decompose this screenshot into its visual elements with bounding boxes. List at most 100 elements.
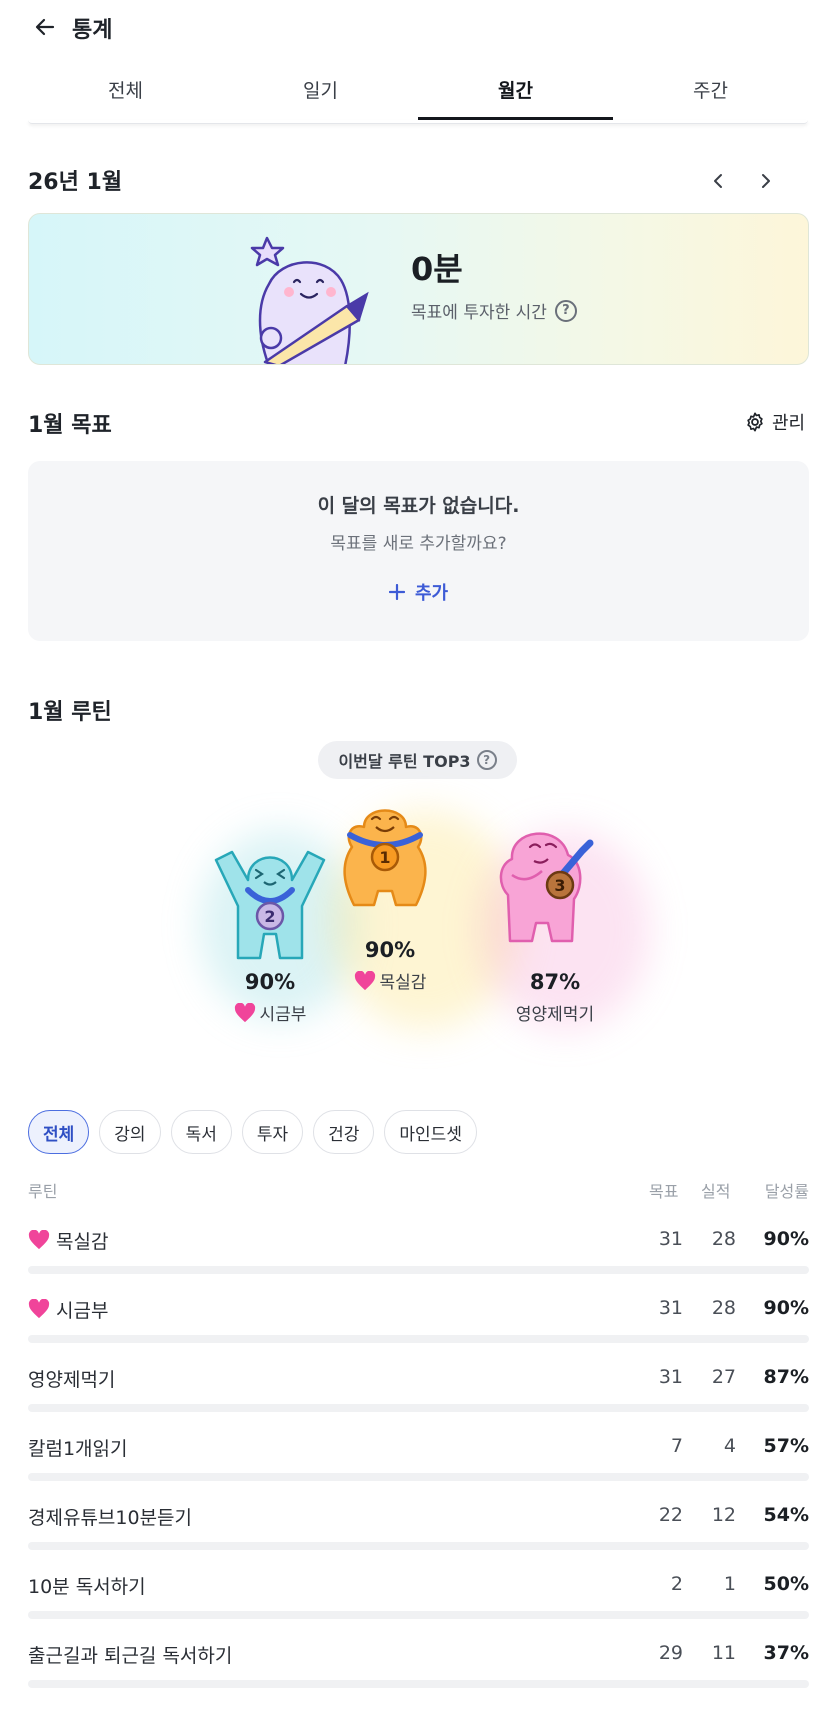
progress-track: [28, 1611, 809, 1619]
add-goal-label: 추가: [414, 583, 449, 604]
routine-name: 시금부: [56, 1299, 109, 1322]
routine-name-cell: 출근길과 퇴근길 독서하기: [28, 1640, 232, 1668]
invested-time-value: 0분: [411, 250, 463, 288]
header-routine: 루틴: [28, 1182, 58, 1201]
rank1-info: 90% 목실감: [330, 938, 450, 993]
chevron-left-icon: [714, 174, 722, 188]
routine-name: 경제유튜브10분듣기: [28, 1506, 193, 1529]
routine-table-header: 루틴 목표 실적 달성률: [28, 1178, 809, 1202]
svg-text:2: 2: [264, 907, 275, 926]
tab-divider: [28, 120, 808, 124]
tab-weekly[interactable]: 주간: [613, 66, 808, 120]
rank2-percent: 90%: [244, 970, 296, 994]
achievement-rate: 54%: [763, 1504, 809, 1526]
page-title: 통계: [72, 18, 113, 43]
rank2-name-row: 시금부: [200, 1000, 340, 1025]
actual-count: 28: [711, 1297, 736, 1319]
achievement-rate: 37%: [763, 1642, 809, 1664]
manage-goals-button[interactable]: 관리: [744, 409, 805, 435]
goal-count: 2: [670, 1573, 683, 1595]
header-goal: 목표: [649, 1182, 679, 1201]
statistics-page: 통계 전체 일기 월간 주간 26년 1월 0분 목표에 투자한 시간 ? 1월…: [0, 0, 827, 1713]
achievement-rate: 90%: [763, 1228, 809, 1250]
routine-name: 10분 독서하기: [28, 1575, 146, 1598]
routine-name-cell: 영양제먹기: [28, 1364, 115, 1392]
tab-all[interactable]: 전체: [28, 66, 223, 120]
rank1-name: 목실감: [379, 973, 427, 993]
table-row[interactable]: 목실감 31 28 90%: [28, 1226, 809, 1288]
routine-name: 출근길과 퇴근길 독서하기: [28, 1644, 233, 1667]
filter-investment[interactable]: 투자: [241, 1110, 304, 1154]
question-circle-icon[interactable]: ?: [476, 750, 497, 770]
filter-lecture[interactable]: 강의: [99, 1110, 161, 1154]
goal-empty-title: 이 달의 목표가 없습니다.: [317, 495, 520, 517]
add-goal-button[interactable]: 추가: [28, 579, 809, 605]
heart-icon: [28, 1299, 50, 1319]
invested-time-label: 목표에 투자한 시간: [411, 303, 547, 323]
rank3-percent: 87%: [529, 970, 581, 994]
rank2-name: 시금부: [259, 1005, 307, 1025]
gear-icon: [747, 412, 763, 432]
month-title: 26년 1월: [28, 170, 123, 195]
goal-count: 31: [658, 1366, 683, 1388]
table-row[interactable]: 10분 독서하기 2 1 50%: [28, 1571, 809, 1633]
manage-label: 관리: [772, 413, 806, 434]
top3-podium: 2 1 3 90% 시금부 90% 목실감 87% 영양제먹기: [180, 790, 660, 1050]
rank3-info: 87% 영양제먹기: [480, 970, 630, 1025]
chevron-right-icon: [762, 174, 770, 188]
routine-name: 칼럼1개읽기: [28, 1437, 128, 1460]
actual-count: 12: [711, 1504, 736, 1526]
routine-name-cell: 목실감: [28, 1226, 108, 1254]
next-month-button[interactable]: [750, 166, 780, 196]
header-actual: 실적: [701, 1182, 731, 1201]
routine-name-cell: 경제유튜브10분듣기: [28, 1502, 192, 1530]
app-header: 통계: [0, 0, 827, 52]
actual-count: 4: [723, 1435, 736, 1457]
achievement-rate: 50%: [763, 1573, 809, 1595]
goal-count: 31: [658, 1297, 683, 1319]
table-row[interactable]: 영양제먹기 31 27 87%: [28, 1364, 809, 1426]
heart-icon: [28, 1230, 50, 1250]
achievement-rate: 87%: [763, 1366, 809, 1388]
routine-name-cell: 10분 독서하기: [28, 1571, 146, 1599]
rank3-character: 3: [499, 832, 594, 943]
invested-time-card: 0분 목표에 투자한 시간 ?: [28, 213, 809, 365]
mascot-illustration: [250, 236, 369, 364]
routine-name-cell: 칼럼1개읽기: [28, 1433, 128, 1461]
table-row[interactable]: 시금부 31 28 90%: [28, 1295, 809, 1357]
actual-count: 28: [711, 1228, 736, 1250]
actual-count: 27: [711, 1366, 736, 1388]
progress-track: [28, 1266, 809, 1274]
svg-text:1: 1: [379, 848, 390, 867]
rank3-name-row: 영양제먹기: [480, 1000, 630, 1025]
filter-mindset[interactable]: 마인드셋: [384, 1110, 477, 1154]
goal-empty-subtitle: 목표를 새로 추가할까요?: [330, 534, 507, 554]
table-row[interactable]: 출근길과 퇴근길 독서하기 29 11 37%: [28, 1640, 809, 1702]
arrow-left-icon: [35, 18, 55, 36]
goal-empty-state: 이 달의 목표가 없습니다. 목표를 새로 추가할까요? 추가: [28, 461, 809, 641]
back-button[interactable]: [28, 10, 62, 44]
table-row[interactable]: 칼럼1개읽기 7 4 57%: [28, 1433, 809, 1495]
filter-all[interactable]: 전체: [28, 1110, 90, 1154]
progress-track: [28, 1542, 809, 1550]
invested-time-label-row: 목표에 투자한 시간 ?: [411, 298, 577, 323]
goal-section-title: 1월 목표: [28, 413, 112, 438]
filter-health[interactable]: 건강: [313, 1110, 375, 1154]
tab-bar: 전체 일기 월간 주간: [28, 66, 808, 120]
tab-diary[interactable]: 일기: [223, 66, 418, 120]
table-row[interactable]: 경제유튜브10분듣기 22 12 54%: [28, 1502, 809, 1564]
goal-count: 7: [670, 1435, 683, 1457]
routine-name: 영양제먹기: [28, 1368, 116, 1391]
rank2-character: 2: [214, 850, 326, 960]
header-rate: 달성률: [764, 1182, 809, 1201]
plus-icon: [388, 584, 405, 600]
question-circle-icon[interactable]: ?: [554, 299, 577, 322]
top3-label: 이번달 루틴 TOP3: [338, 752, 471, 771]
category-filters: 전체 강의 독서 투자 건강 마인드셋: [28, 1110, 477, 1154]
top3-pill[interactable]: 이번달 루틴 TOP3 ?: [318, 741, 517, 779]
prev-month-button[interactable]: [704, 166, 734, 196]
filter-reading[interactable]: 독서: [170, 1110, 232, 1154]
actual-count: 1: [723, 1573, 736, 1595]
tab-monthly[interactable]: 월간: [418, 66, 613, 120]
rank1-name-row: 목실감: [330, 968, 450, 993]
